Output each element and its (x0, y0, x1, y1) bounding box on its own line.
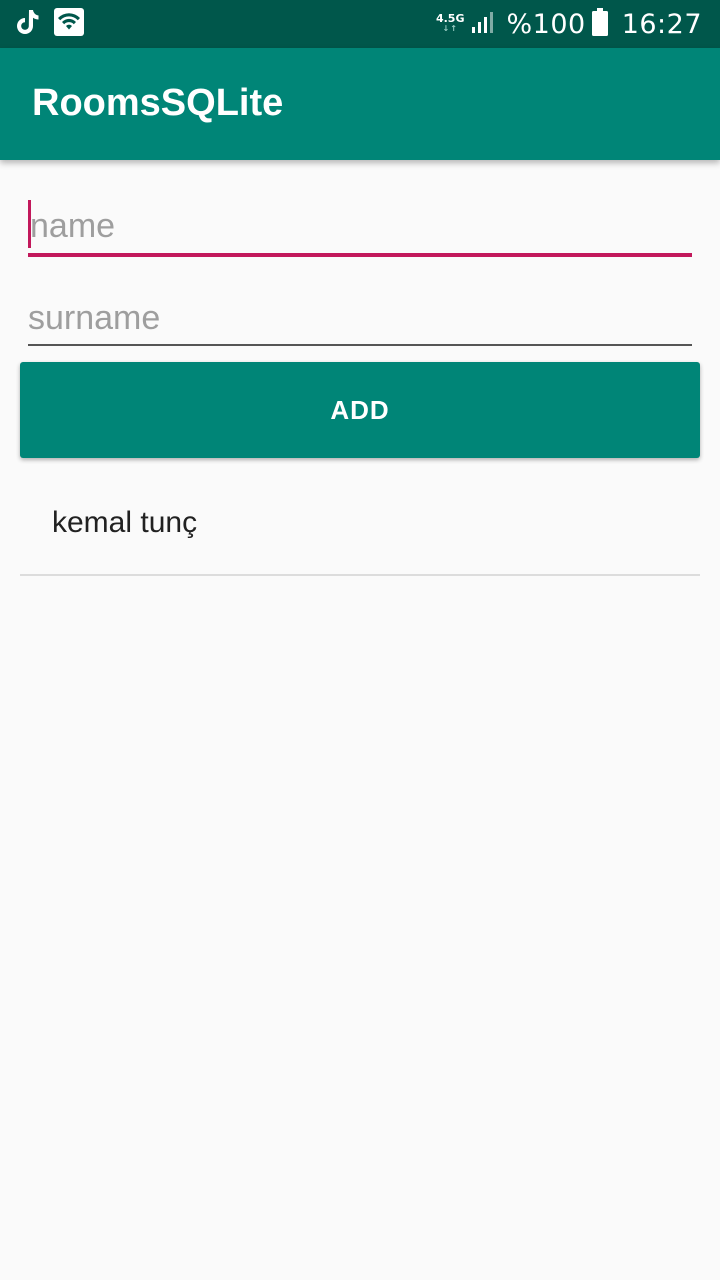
status-bar: 4.5G ↓↑ %100 16:27 (0, 0, 720, 48)
surname-input-underline (28, 344, 692, 346)
surname-field-container (28, 288, 692, 348)
tiktok-icon (16, 8, 40, 40)
clock: 16:27 (621, 8, 702, 40)
records-list: kemal tunç (20, 478, 700, 576)
battery-percentage: %100 (506, 8, 586, 40)
status-right-indicators: 4.5G ↓↑ %100 16:27 (436, 6, 702, 42)
list-item[interactable]: kemal tunç (20, 478, 700, 576)
name-input-underline (28, 253, 692, 257)
name-input[interactable] (28, 196, 692, 256)
status-left-icons (16, 8, 84, 40)
text-cursor (28, 200, 31, 248)
name-field-container (28, 196, 692, 257)
network-type-label: 4.5G (435, 12, 465, 25)
wifi-icon (54, 8, 84, 40)
add-button[interactable]: ADD (20, 362, 700, 458)
app-bar: RoomsSQLite (0, 48, 720, 160)
app-title: RoomsSQLite (32, 82, 284, 124)
list-item-label: kemal tunç (52, 506, 198, 539)
signal-icon (472, 11, 496, 37)
network-type: 4.5G ↓↑ (435, 12, 465, 34)
data-arrows-icon: ↓↑ (442, 24, 458, 33)
surname-input[interactable] (28, 288, 692, 348)
battery-icon (591, 8, 608, 40)
